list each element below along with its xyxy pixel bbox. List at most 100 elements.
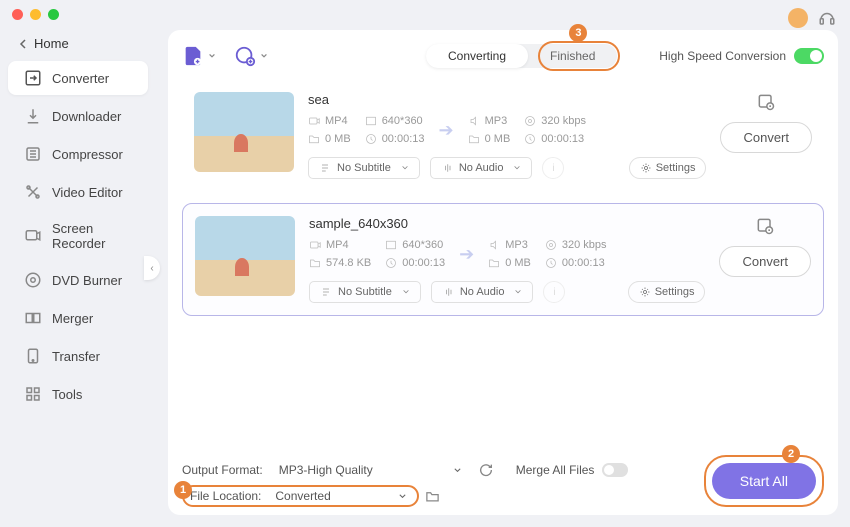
sidebar-item-merger[interactable]: Merger [8,301,148,335]
sidebar-item-tools[interactable]: Tools [8,377,148,411]
bottom-bar: Output Format: MP3-High Quality Merge Al… [182,461,824,507]
chevron-down-icon [398,492,407,501]
converter-icon [24,69,42,87]
chevron-down-icon [513,164,521,172]
subtitle-icon [320,286,332,298]
resolution-icon [385,239,397,251]
thumbnail[interactable] [194,92,294,172]
speed-label: High Speed Conversion [659,49,786,63]
sidebar-item-converter[interactable]: Converter [8,61,148,95]
sidebar-item-screen-recorder[interactable]: Screen Recorder [8,213,148,259]
tab-finished[interactable]: Finished [528,44,617,68]
sidebar-item-video-editor[interactable]: Video Editor [8,175,148,209]
clock-icon [524,133,536,145]
item-settings-button[interactable]: Settings [629,157,707,179]
resolution-icon [365,115,377,127]
merge-toggle[interactable] [602,463,628,477]
video-icon [309,239,321,251]
chevron-left-icon [18,39,28,49]
start-all-button[interactable]: Start All [712,463,816,499]
file-location-select[interactable]: Converted [271,489,411,503]
chevron-down-icon [453,466,462,475]
folder-icon [308,133,320,145]
sidebar-item-dvd-burner[interactable]: DVD Burner [8,263,148,297]
clock-icon [365,133,377,145]
nav-label: Video Editor [52,185,123,200]
chevron-down-icon [402,288,410,296]
nav-label: Merger [52,311,93,326]
tab-converting[interactable]: Converting [426,44,528,68]
dst-dur: 00:00:13 [562,257,605,269]
clock-icon [385,257,397,269]
item-title: sea [308,92,706,107]
folder-icon [488,257,500,269]
toolbar: Converting Finished 3 High Speed Convers… [182,44,824,68]
audio-icon [468,115,480,127]
editor-icon [24,183,42,201]
annotation-badge-2: 2 [782,445,800,463]
annotation-highlight-2: 2 Start All [704,455,824,507]
nav-label: Compressor [52,147,123,162]
src-dur: 00:00:13 [382,133,425,145]
merger-icon [24,309,42,327]
speed-toggle[interactable] [794,48,824,64]
transfer-icon [24,347,42,365]
src-res: 640*360 [382,115,423,127]
nav-label: Screen Recorder [52,221,132,251]
sidebar-item-downloader[interactable]: Downloader [8,99,148,133]
annotation-highlight-1: 1 File Location: Converted [182,485,419,507]
edit-output-icon[interactable] [756,92,776,112]
subtitle-select[interactable]: No Subtitle [308,157,420,179]
nav-label: Tools [52,387,82,402]
support-icon[interactable] [818,9,836,27]
gear-icon [640,162,652,174]
sidebar-collapse-button[interactable]: ‹ [144,256,160,280]
src-res: 640*360 [402,239,443,251]
home-label: Home [34,36,69,51]
tab-switch: Converting Finished 3 [426,44,617,68]
output-format-select[interactable]: MP3-High Quality [271,461,470,479]
nav-label: Transfer [52,349,100,364]
info-icon[interactable]: i [542,157,564,179]
annotation-badge-3: 3 [569,24,587,42]
add-file-button[interactable] [182,45,216,67]
item-title: sample_640x360 [309,216,705,231]
convert-button[interactable]: Convert [720,122,812,153]
audio-select[interactable]: No Audio [431,281,534,303]
refresh-format-icon[interactable] [478,462,494,478]
downloader-icon [24,107,42,125]
folder-icon [468,133,480,145]
recorder-icon [24,227,42,245]
item-settings-button[interactable]: Settings [628,281,706,303]
media-item: sea MP4 0 MB 640*360 00:00:13 ➔ MP3 0 MB… [182,80,824,191]
sidebar-item-compressor[interactable]: Compressor [8,137,148,171]
avatar[interactable] [788,8,808,28]
dvd-icon [24,271,42,289]
bitrate-icon [545,239,557,251]
clock-icon [545,257,557,269]
home-link[interactable]: Home [0,30,156,57]
merge-label: Merge All Files [516,463,595,477]
add-url-icon [234,45,256,67]
video-icon [308,115,320,127]
dst-dur: 00:00:13 [541,133,584,145]
dst-bitrate: 320 kbps [562,239,607,251]
info-icon[interactable]: i [543,281,565,303]
compressor-icon [24,145,42,163]
add-file-icon [182,45,204,67]
media-item: sample_640x360 MP4 574.8 KB 640*360 00:0… [182,203,824,316]
thumbnail[interactable] [195,216,295,296]
open-folder-icon[interactable] [425,489,440,504]
annotation-badge-1: 1 [174,481,192,499]
output-format-label: Output Format: [182,463,263,477]
edit-output-icon[interactable] [755,216,775,236]
subtitle-select[interactable]: No Subtitle [309,281,421,303]
sidebar-item-transfer[interactable]: Transfer [8,339,148,373]
src-format: MP4 [325,115,348,127]
convert-button[interactable]: Convert [719,246,811,277]
audio-icon [488,239,500,251]
dst-format: MP3 [485,115,508,127]
add-url-button[interactable] [234,45,268,67]
audio-select[interactable]: No Audio [430,157,533,179]
audio-wave-icon [441,162,453,174]
